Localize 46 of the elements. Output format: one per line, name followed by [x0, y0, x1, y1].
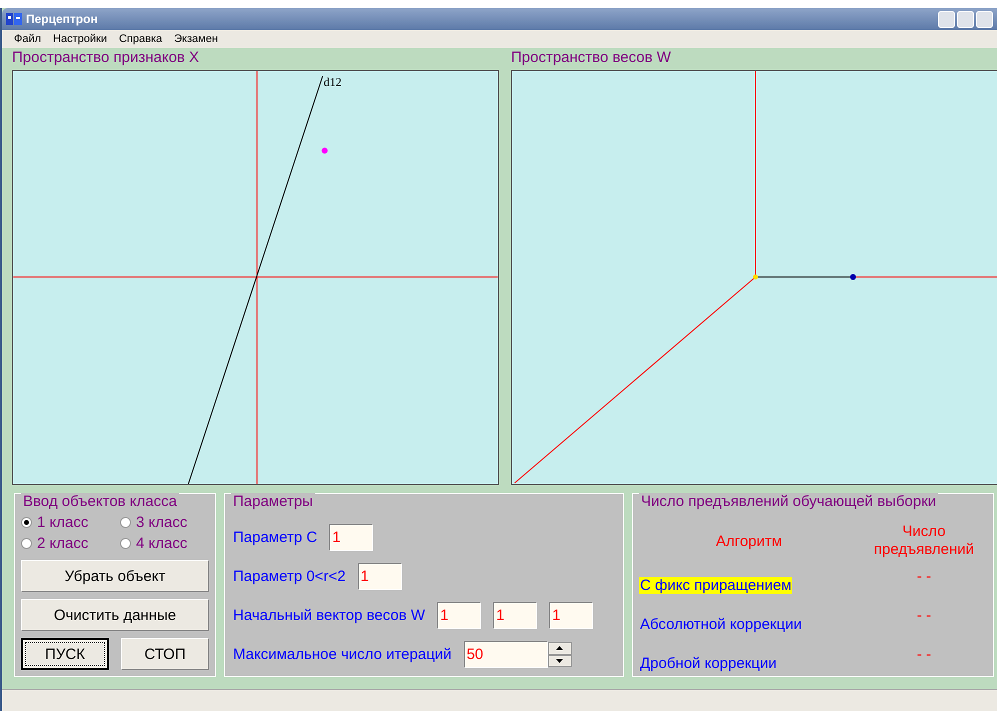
- input-field[interactable]: 1: [493, 602, 538, 629]
- algorithm-label: Дробной коррекции: [639, 655, 778, 672]
- parameter-label: Начальный вектор весов W: [233, 607, 426, 624]
- weight-point: [850, 274, 856, 280]
- data-point: [322, 148, 328, 154]
- plot-title: Пространство признаков X: [12, 48, 200, 68]
- input-field[interactable]: 1: [329, 524, 374, 551]
- action-button[interactable]: СТОП: [121, 638, 209, 670]
- menu-item[interactable]: Справка: [112, 33, 168, 45]
- panel-title: Ввод объектов класса: [21, 493, 179, 510]
- algorithm-label: С фикс приращением: [639, 577, 792, 594]
- line-label: d12: [324, 74, 342, 89]
- action-button[interactable]: Убрать объект: [21, 560, 209, 592]
- panel-title: Число предъявлений обучающей выборки: [639, 493, 938, 510]
- window-title: Перцептрон: [26, 12, 98, 26]
- count-value: - -: [916, 568, 932, 585]
- panel-title: Параметры: [231, 493, 315, 510]
- radio-button[interactable]: [120, 538, 131, 549]
- radio-label[interactable]: 4 класс: [136, 535, 188, 552]
- plot-title: Пространство весов W: [511, 48, 672, 68]
- column-header: Алгоритм: [714, 532, 784, 550]
- origin-point: [753, 274, 758, 280]
- menu-item[interactable]: Файл: [8, 33, 48, 45]
- menu-item[interactable]: Настройки: [47, 33, 113, 45]
- column-header: Число предъявлений: [872, 523, 976, 559]
- action-button[interactable]: Очистить данные: [21, 599, 209, 631]
- radio-label[interactable]: 3 класс: [136, 514, 188, 531]
- feature-space-plot[interactable]: d12: [12, 70, 499, 485]
- input-field[interactable]: 50: [464, 641, 548, 668]
- input-field[interactable]: 1: [358, 563, 402, 590]
- parameter-label: Максимальное число итераций: [233, 646, 452, 663]
- radio-button[interactable]: [120, 517, 131, 528]
- input-field[interactable]: 1: [437, 602, 482, 629]
- count-value: - -: [916, 607, 932, 624]
- parameter-label: Параметр C: [233, 529, 318, 546]
- radio-label[interactable]: 2 класс: [37, 535, 88, 552]
- parameter-label: Параметр 0<r<2: [233, 568, 346, 585]
- algorithm-label: Абсолютной коррекции: [639, 616, 803, 633]
- input-field[interactable]: 1: [549, 602, 594, 629]
- count-value: - -: [916, 646, 932, 663]
- radio-label[interactable]: 1 класс: [37, 514, 88, 531]
- radio-button[interactable]: [21, 538, 32, 549]
- radio-button[interactable]: [21, 517, 32, 528]
- action-button[interactable]: ПУСК: [21, 638, 109, 670]
- menu-item[interactable]: Экзамен: [168, 33, 224, 45]
- app-icon: [6, 12, 22, 26]
